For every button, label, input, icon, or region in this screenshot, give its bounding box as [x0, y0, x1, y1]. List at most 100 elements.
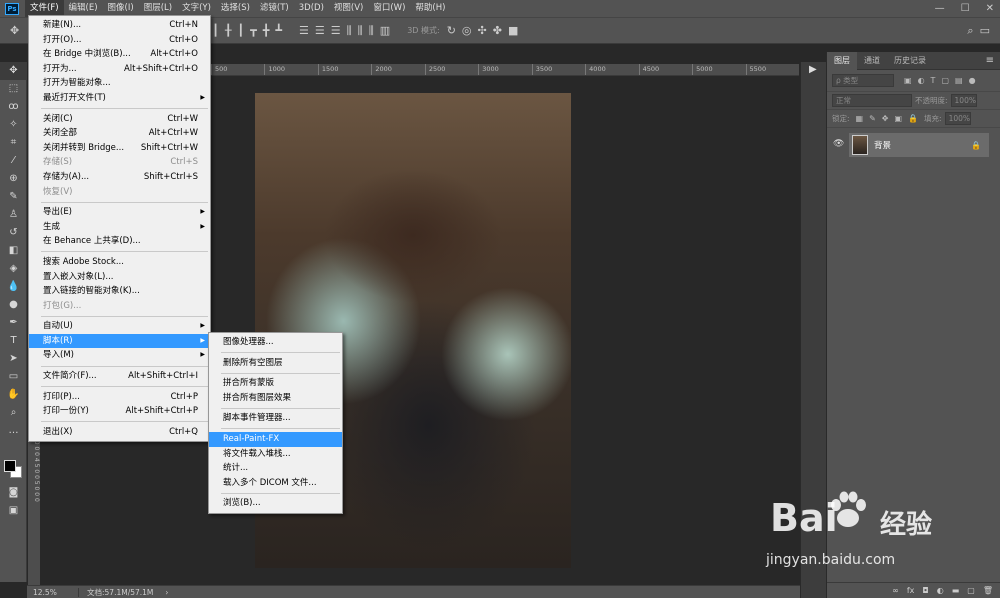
- filter-adjust-icon[interactable]: ◐: [918, 76, 925, 85]
- hand-tool-icon[interactable]: ✋: [0, 386, 27, 404]
- align-middle-icon[interactable]: ╋: [263, 24, 270, 37]
- type-tool-icon[interactable]: T: [0, 332, 27, 350]
- lock-artboard-icon[interactable]: ▣: [895, 114, 903, 123]
- move-tool-icon[interactable]: ✥: [10, 24, 19, 37]
- menu-item[interactable]: 选择(S): [216, 0, 255, 17]
- screen-mode-icon[interactable]: ▣: [0, 502, 27, 520]
- eyedropper-tool-icon[interactable]: ⁄: [0, 152, 27, 170]
- menu-item[interactable]: 打开为... Alt+Shift+Ctrl+O: [29, 62, 210, 77]
- link-layers-icon[interactable]: ∞: [892, 586, 899, 595]
- distribute-bottom-icon[interactable]: ☰: [331, 24, 341, 37]
- menu-item[interactable]: 删除所有空图层: [209, 356, 342, 371]
- distribute-middle-icon[interactable]: ☰: [315, 24, 325, 37]
- brush-tool-icon[interactable]: ✎: [0, 188, 27, 206]
- filter-shape-icon[interactable]: ▢: [941, 76, 949, 85]
- menu-item[interactable]: 统计...: [209, 461, 342, 476]
- filter-type-icon[interactable]: T: [931, 76, 936, 85]
- delete-layer-icon[interactable]: 🗑: [983, 586, 993, 595]
- distribute-right-icon[interactable]: ⫼: [369, 24, 374, 38]
- lock-pixels-icon[interactable]: ✎: [869, 114, 876, 123]
- pen-tool-icon[interactable]: ✒: [0, 314, 27, 332]
- search-icon[interactable]: ⌕: [967, 24, 973, 38]
- zoom-level[interactable]: 12.5%: [27, 587, 79, 597]
- distribute-top-icon[interactable]: ☰: [299, 24, 309, 37]
- more-tools-icon[interactable]: …: [0, 422, 27, 440]
- lock-all-icon[interactable]: 🔒: [908, 114, 918, 123]
- roll-3d-icon[interactable]: ◎: [462, 24, 472, 37]
- move-tool-icon[interactable]: ✥: [0, 62, 27, 80]
- shape-tool-icon[interactable]: ▭: [0, 368, 27, 386]
- menu-item[interactable]: 在 Behance 上共享(D)...: [29, 234, 210, 249]
- filter-smart-icon[interactable]: ▤: [955, 76, 963, 85]
- status-arrow-icon[interactable]: ›: [165, 588, 168, 597]
- menu-item[interactable]: 恢复(V): [29, 185, 210, 200]
- menu-item[interactable]: 将文件载入堆栈...: [209, 447, 342, 462]
- foreground-color-swatch[interactable]: [4, 460, 16, 472]
- menu-item[interactable]: 存储(S) Ctrl+S: [29, 155, 210, 170]
- adjustment-layer-icon[interactable]: ◐: [937, 586, 944, 595]
- menu-item[interactable]: 拼合所有蒙版: [209, 376, 342, 391]
- menu-item[interactable]: 脚本(R) ▶: [29, 333, 210, 349]
- menu-item[interactable]: 滤镜(T): [255, 0, 294, 17]
- menu-item[interactable]: 载入多个 DICOM 文件...: [209, 476, 342, 491]
- menu-item[interactable]: 关闭(C) Ctrl+W: [29, 112, 210, 127]
- visibility-eye-icon[interactable]: 👁: [833, 139, 844, 149]
- paint-bucket-tool-icon[interactable]: ◈: [0, 260, 27, 278]
- filter-toggle-icon[interactable]: ●: [969, 76, 976, 85]
- menu-item[interactable]: 视图(V): [329, 0, 368, 17]
- crop-tool-icon[interactable]: ⌗: [0, 134, 27, 152]
- quick-mask-icon[interactable]: ◙: [0, 484, 27, 502]
- lasso-tool-icon[interactable]: ꝏ: [0, 98, 27, 116]
- healing-brush-tool-icon[interactable]: ⊕: [0, 170, 27, 188]
- menu-item[interactable]: Real-Paint-FX: [209, 431, 342, 447]
- lock-transparent-icon[interactable]: ▦: [856, 114, 864, 123]
- workspace-icon[interactable]: ▭: [980, 24, 990, 37]
- menu-item[interactable]: 帮助(H): [410, 0, 450, 17]
- fill-field[interactable]: 100%: [944, 112, 971, 125]
- dodge-tool-icon[interactable]: ●: [0, 296, 27, 314]
- menu-item[interactable]: 导出(E) ▶: [29, 205, 210, 220]
- filter-pixel-icon[interactable]: ▣: [904, 76, 912, 85]
- tab-channels[interactable]: 通道: [857, 52, 887, 70]
- align-left-icon[interactable]: ┃: [212, 24, 219, 37]
- menu-item[interactable]: 最近打开文件(T) ▶: [29, 91, 210, 106]
- new-group-icon[interactable]: ▬: [952, 586, 960, 595]
- clone-stamp-tool-icon[interactable]: ♙: [0, 206, 27, 224]
- menu-item[interactable]: 浏览(B)...: [209, 496, 342, 511]
- align-top-icon[interactable]: ┳: [250, 24, 257, 37]
- menu-item[interactable]: 关闭全部 Alt+Ctrl+W: [29, 126, 210, 141]
- menu-item[interactable]: 退出(X) Ctrl+Q: [29, 425, 210, 440]
- history-brush-tool-icon[interactable]: ↺: [0, 224, 27, 242]
- marquee-tool-icon[interactable]: ⬚: [0, 80, 27, 98]
- distribute-center-icon[interactable]: ⫼: [358, 24, 363, 38]
- menu-item[interactable]: 自动(U) ▶: [29, 319, 210, 334]
- path-selection-tool-icon[interactable]: ➤: [0, 350, 27, 368]
- menu-item[interactable]: 窗口(W): [368, 0, 410, 17]
- slide-3d-icon[interactable]: ✤: [493, 24, 502, 37]
- menu-item[interactable]: 打印一份(Y) Alt+Shift+Ctrl+P: [29, 404, 210, 419]
- layer-row-background[interactable]: 背景 🔒: [849, 133, 989, 157]
- align-bottom-icon[interactable]: ┻: [275, 24, 282, 37]
- menu-item[interactable]: 导入(M) ▶: [29, 348, 210, 363]
- menu-item[interactable]: 置入嵌入对象(L)...: [29, 270, 210, 285]
- drag-3d-icon[interactable]: ✣: [478, 24, 487, 37]
- rotate-3d-icon[interactable]: ↻: [447, 24, 456, 37]
- panel-menu-icon[interactable]: ≡: [986, 55, 994, 66]
- menu-item[interactable]: 脚本事件管理器...: [209, 411, 342, 426]
- align-center-icon[interactable]: ╂: [225, 24, 232, 37]
- menu-item[interactable]: 打印(P)... Ctrl+P: [29, 390, 210, 405]
- minimize-button[interactable]: —: [935, 0, 945, 17]
- play-icon[interactable]: ▶: [809, 64, 817, 75]
- align-right-icon[interactable]: ┃: [237, 24, 244, 37]
- close-button[interactable]: ✕: [986, 0, 994, 17]
- menu-item[interactable]: 搜索 Adobe Stock...: [29, 255, 210, 270]
- menu-item[interactable]: 置入链接的智能对象(K)...: [29, 284, 210, 299]
- menu-item[interactable]: 打开为智能对象...: [29, 76, 210, 91]
- tab-history[interactable]: 历史记录: [887, 52, 933, 70]
- menu-item[interactable]: 3D(D): [294, 0, 329, 17]
- layer-style-icon[interactable]: fx: [907, 586, 915, 595]
- menu-item[interactable]: 拼合所有图层效果: [209, 391, 342, 406]
- eraser-tool-icon[interactable]: ◧: [0, 242, 27, 260]
- blur-tool-icon[interactable]: 💧: [0, 278, 27, 296]
- menu-item[interactable]: 文件简介(F)... Alt+Shift+Ctrl+I: [29, 369, 210, 384]
